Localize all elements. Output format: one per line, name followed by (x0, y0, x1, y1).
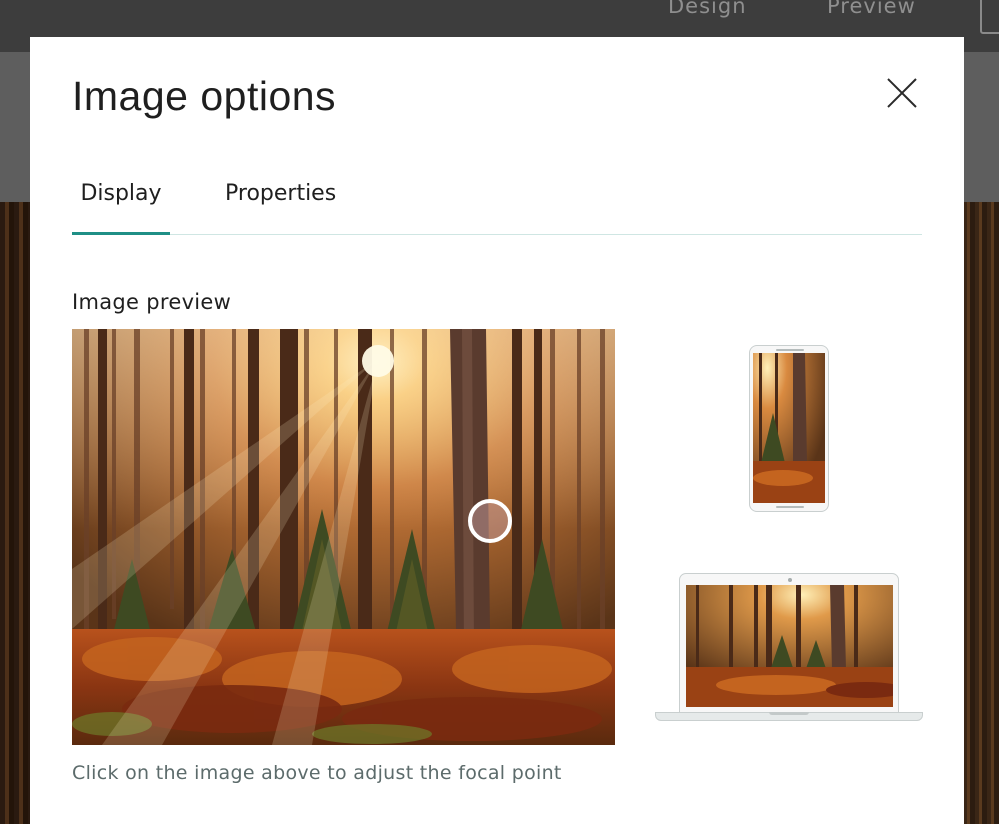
desktop-preview-screen (686, 585, 893, 707)
image-preview-label: Image preview (72, 290, 232, 314)
phone-home-bar (776, 506, 804, 508)
modal-title: Image options (72, 73, 337, 119)
phone-speaker (776, 349, 804, 351)
laptop-notch (769, 712, 809, 715)
background-photo-left-edge (0, 202, 30, 824)
topbar-edge-button[interactable] (980, 0, 999, 34)
mobile-preview-screen (753, 353, 825, 503)
laptop-camera (788, 578, 792, 582)
nav-design[interactable]: Design (668, 0, 747, 18)
laptop-lid (679, 573, 899, 713)
background-photo-right-edge (963, 202, 999, 824)
tab-properties[interactable]: Properties (225, 177, 336, 235)
nav-preview[interactable]: Preview (827, 0, 916, 18)
tab-bar: Display Properties (72, 177, 922, 235)
image-options-modal: Image options Display Properties Image p… (30, 37, 964, 824)
forest-image (72, 329, 615, 745)
mobile-preview (749, 345, 829, 512)
focal-point-help-text: Click on the image above to adjust the f… (72, 762, 562, 784)
close-icon (887, 78, 917, 108)
image-preview[interactable] (72, 329, 615, 745)
focal-point-handle[interactable] (468, 499, 512, 543)
close-button[interactable] (882, 73, 922, 113)
tab-display[interactable]: Display (72, 177, 170, 235)
desktop-preview (655, 573, 923, 723)
